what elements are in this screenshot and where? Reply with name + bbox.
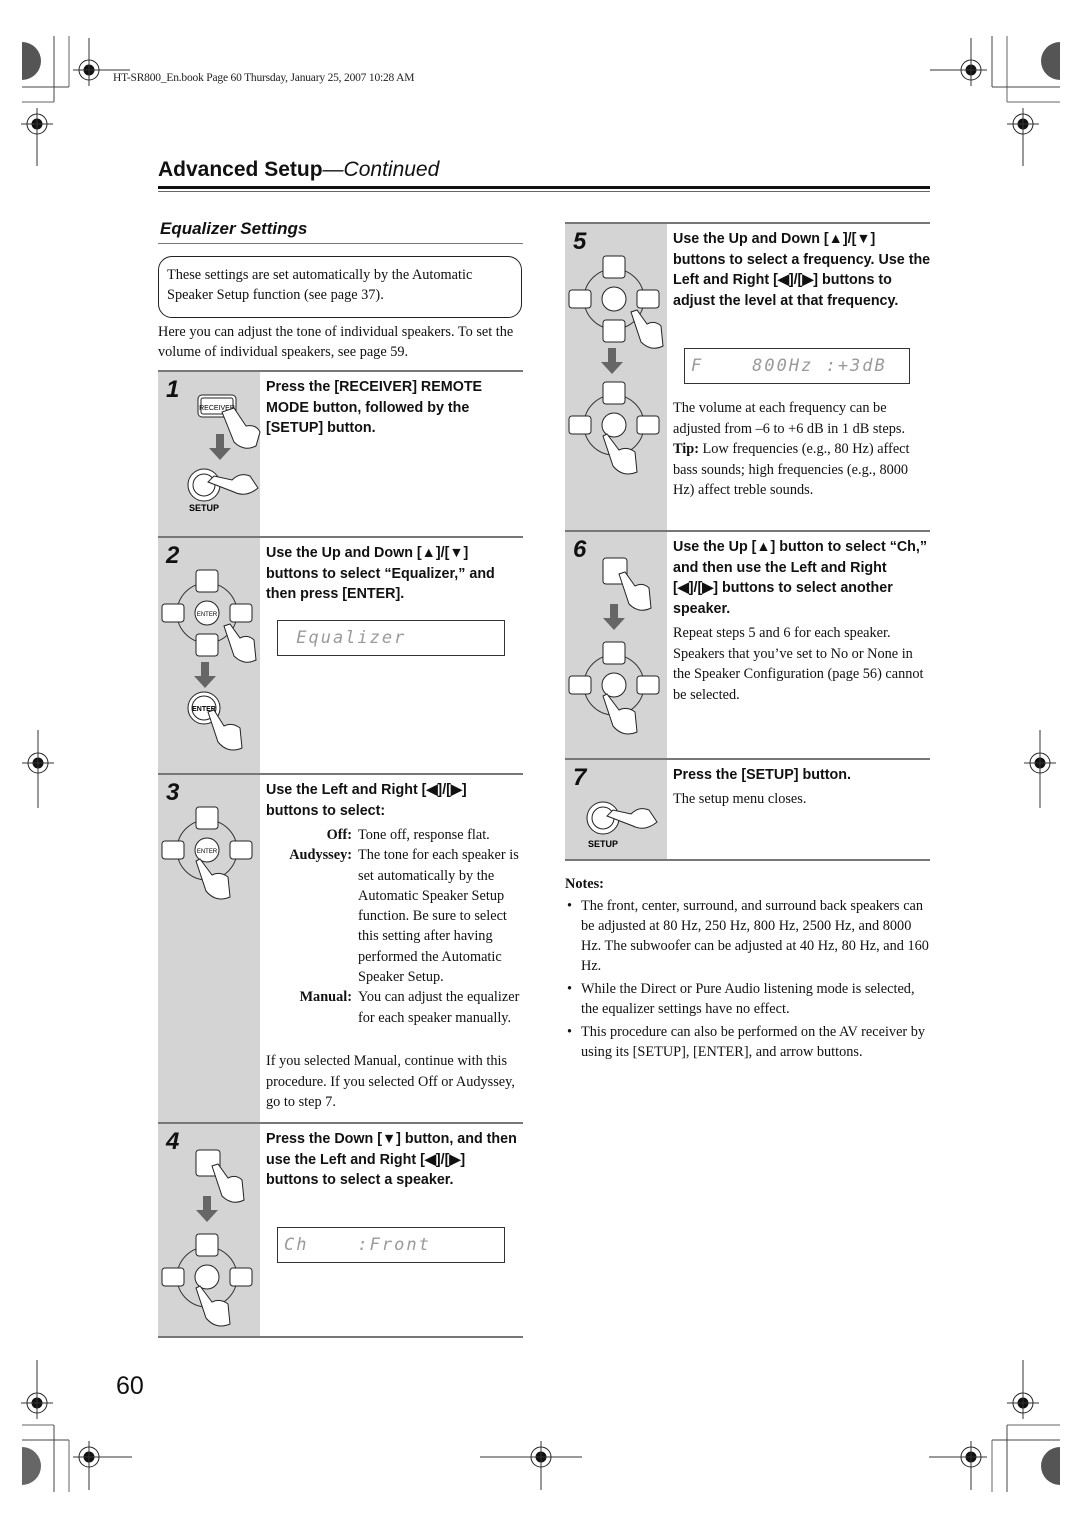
step-3: 3 ENTER Use the Left and Right [◀]/[▶] b… <box>158 773 523 1122</box>
section-title: Equalizer Settings <box>160 219 308 238</box>
crop-corner-top-right <box>930 36 1060 166</box>
page-title-continued: —Continued <box>322 158 440 181</box>
step-heading: Press the [RECEIVER] REMOTE MODE button,… <box>266 379 483 436</box>
option-key: Manual: <box>299 989 352 1006</box>
display-readout: F 800Hz :+3dB <box>684 348 910 384</box>
setup-button-icon: SETUP <box>187 468 221 513</box>
step-4: 4 Press the Down [▼] button, and then us… <box>158 1122 523 1338</box>
step-heading: Use the Up and Down [▲]/[▼] buttons to s… <box>673 231 931 309</box>
step-body-text: The volume at each frequency can be adju… <box>673 400 906 437</box>
down-arrow-icon <box>209 434 231 460</box>
dpad-icon <box>161 1233 253 1327</box>
step-heading: Use the Left and Right [◀]/[▶] buttons t… <box>266 782 467 819</box>
title-rule-thin <box>158 191 930 192</box>
page-title: Advanced Setup—Continued <box>158 158 439 182</box>
tip-label: Tip: <box>673 441 699 457</box>
svg-text:ENTER: ENTER <box>197 849 218 855</box>
option-off: Off: Tone off, response flat. <box>266 825 524 845</box>
page-number: 60 <box>116 1372 144 1400</box>
crop-corner-top-left <box>20 36 130 166</box>
dpad-icon <box>568 641 660 735</box>
step-body: The setup menu closes. <box>673 791 807 807</box>
pointing-hand-icon <box>207 709 243 751</box>
up-then-dpad-illustration <box>568 557 660 735</box>
display-readout: Ch :Front <box>277 1227 505 1263</box>
option-manual: Manual: You can adjust the equalizer for … <box>266 987 524 1028</box>
step-heading: Use the Up and Down [▲]/[▼] buttons to s… <box>266 545 495 602</box>
step-5: 5 Use the Up and Down [▲]/[▼] buttons to… <box>565 222 930 530</box>
step-body: The volume at each frequency can be adju… <box>673 398 931 501</box>
option-list: Off: Tone off, response flat. Audyssey: Th… <box>266 825 524 1028</box>
option-desc: The tone for each speaker is set automat… <box>358 847 519 986</box>
callout-box: These settings are set automatically by … <box>158 256 522 318</box>
notes-section: Notes: The front, center, surround, and … <box>565 874 930 1065</box>
notes-list: The front, center, surround, and surroun… <box>565 896 930 1062</box>
down-arrow-icon <box>196 1196 218 1222</box>
option-key: Off: <box>326 827 352 843</box>
receiver-then-setup-illustration: RECEIVER SETUP <box>187 394 261 513</box>
option-desc: Tone off, response flat. <box>358 827 490 843</box>
down-arrow-icon <box>603 604 625 630</box>
pointing-hand-icon <box>211 1163 245 1203</box>
setup-button-illustration: SETUP <box>586 801 658 849</box>
steps-end-rule <box>158 1336 523 1338</box>
step-heading: Press the [SETUP] button. <box>673 767 851 783</box>
pointing-hand-icon <box>221 407 261 449</box>
dpad-then-enter-illustration: ENTER ENTER <box>161 569 257 751</box>
step-note: If you selected Manual, continue with th… <box>266 1053 515 1110</box>
page-title-main: Advanced Setup <box>158 158 323 181</box>
section-rule <box>158 243 523 244</box>
svg-text:ENTER: ENTER <box>197 612 218 618</box>
step-6: 6 Use the Up [▲] button to select “Ch,” … <box>565 530 930 758</box>
intro-paragraph: Here you can adjust the tone of individu… <box>158 324 514 360</box>
book-info-line: HT-SR800_En.book Page 60 Thursday, Janua… <box>113 72 415 84</box>
down-arrow-icon <box>194 662 216 688</box>
title-rule <box>158 186 930 189</box>
step-heading: Use the Up [▲] button to select “Ch,” an… <box>673 539 928 617</box>
svg-text:SETUP: SETUP <box>588 839 618 849</box>
crop-corner-bottom-right <box>929 1360 1060 1492</box>
pointing-hand-icon <box>223 623 257 663</box>
pointing-hand-icon <box>618 571 652 611</box>
step-7: 7 SETUP Press the [SETUP] button. The se… <box>565 758 930 860</box>
dpad-sequence-illustration <box>568 255 664 475</box>
down-arrow-icon <box>601 348 623 374</box>
step-1: 1 RECEIVER SETUP Press the [RECEIVER] RE… <box>158 370 523 536</box>
note-item: This procedure can also be performed on … <box>565 1022 930 1062</box>
down-then-dpad-illustration <box>161 1149 253 1327</box>
note-item: The front, center, surround, and surroun… <box>565 896 930 976</box>
option-desc: You can adjust the equalizer for each sp… <box>358 989 520 1026</box>
notes-title: Notes: <box>565 876 604 892</box>
dpad-icon <box>568 381 660 475</box>
step-heading: Press the Down [▼] button, and then use … <box>266 1131 517 1188</box>
dpad-left-right-illustration: ENTER <box>161 806 253 900</box>
note-item: While the Direct or Pure Audio listening… <box>565 979 930 1019</box>
step-body: Repeat steps 5 and 6 for each speaker. S… <box>673 625 924 703</box>
option-key: Audyssey: <box>289 847 352 864</box>
step-2: 2 ENTER ENTER Use the Up and Down [▲]/[▼… <box>158 536 523 773</box>
svg-text:SETUP: SETUP <box>189 503 219 513</box>
pointing-hand-icon <box>630 309 664 349</box>
tip-text: Tip: Low frequencies (e.g., 80 Hz) affec… <box>673 439 931 501</box>
setup-button-icon: SETUP <box>586 801 620 849</box>
option-audyssey: Audyssey: The tone for each speaker is se… <box>266 845 524 987</box>
tip-content: Low frequencies (e.g., 80 Hz) affect bas… <box>673 441 910 498</box>
steps-end-rule <box>565 859 930 861</box>
display-readout: Equalizer <box>277 620 505 656</box>
step-number: 7 <box>573 764 587 791</box>
